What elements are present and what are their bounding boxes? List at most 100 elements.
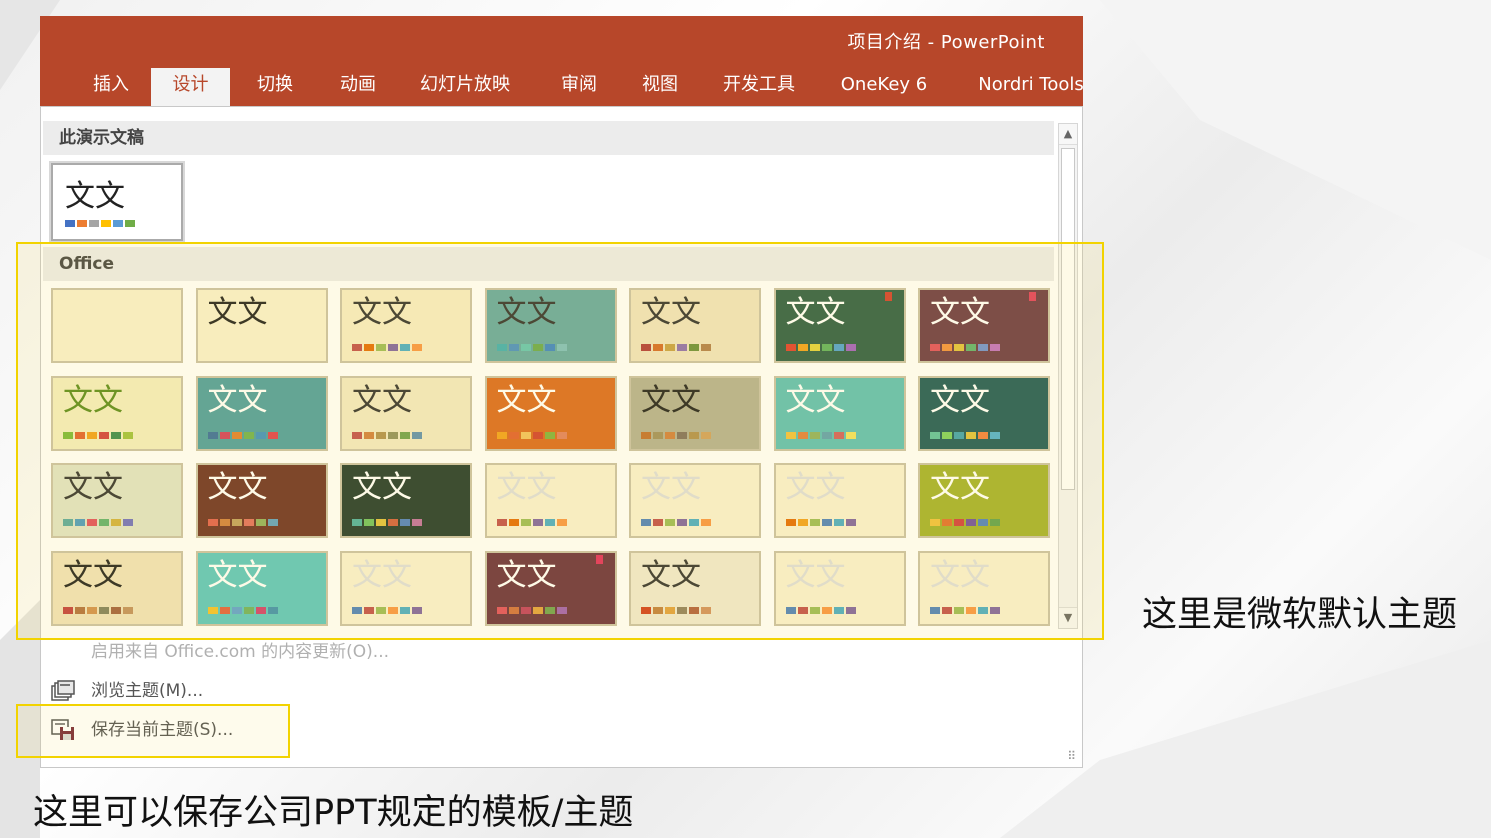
theme-color-swatches — [63, 519, 133, 526]
theme-thumbnail[interactable]: 文文 — [918, 288, 1050, 363]
theme-thumbnail[interactable]: 文文 — [51, 463, 183, 538]
theme-thumbnail[interactable]: 文文 — [51, 550, 183, 626]
color-swatch — [87, 519, 97, 526]
color-swatch — [785, 606, 796, 614]
theme-thumbnail[interactable]: 文文 — [773, 463, 906, 538]
color-swatch — [544, 344, 555, 351]
theme-sample-text: 文文 — [352, 470, 412, 505]
theme-thumbnail[interactable]: 文文 — [629, 288, 761, 363]
theme-thumbnail[interactable]: 文文 — [629, 375, 761, 451]
theme-thumbnail[interactable]: 文文 — [918, 375, 1050, 451]
ribbon-tabs: 插入 设计 切换 动画 幻灯片放映 审阅 视图 开发工具 OneKey 6 Nordri Tool… — [40, 68, 1083, 106]
ribbon-tab[interactable]: 设计 — [151, 68, 230, 106]
theme-color-swatches — [352, 606, 422, 614]
save-theme-icon — [51, 719, 74, 740]
color-swatch — [123, 519, 133, 526]
theme-color-swatches — [207, 519, 278, 526]
current-theme-thumbnail[interactable]: 文文 — [51, 163, 183, 241]
color-swatch — [412, 519, 422, 526]
ribbon-tab[interactable]: 开发工具 — [720, 68, 798, 106]
scroll-up-arrow-icon[interactable]: ▲ — [1059, 124, 1077, 145]
color-swatch — [255, 431, 266, 439]
ribbon-tab[interactable]: 视图 — [637, 68, 683, 106]
color-swatch — [556, 431, 567, 439]
color-swatch — [207, 606, 218, 614]
theme-thumbnail[interactable]: 文文 — [484, 288, 617, 363]
color-swatch — [641, 606, 651, 614]
color-swatch — [821, 606, 832, 614]
ribbon-tab[interactable]: Nordri Tools — [971, 68, 1083, 106]
theme-sample-text: 文文 — [207, 295, 268, 330]
color-swatch — [978, 431, 988, 439]
theme-thumbnail[interactable]: 文文 — [773, 550, 906, 626]
color-swatch — [77, 220, 87, 227]
theme-thumbnail[interactable]: 文文 — [195, 375, 328, 451]
theme-color-swatches — [352, 344, 422, 351]
theme-color-swatches — [930, 344, 1000, 351]
scrollbar-thumb[interactable] — [1061, 148, 1075, 490]
theme-thumbnail[interactable]: 文文 — [773, 375, 906, 451]
theme-thumbnail[interactable]: 文文 — [195, 288, 328, 363]
color-swatch — [653, 519, 663, 526]
color-swatch — [243, 431, 254, 439]
theme-thumbnail[interactable]: 文文 — [918, 463, 1050, 538]
resize-grip-icon[interactable]: ⠿ — [1067, 749, 1076, 763]
color-swatch — [520, 344, 531, 351]
color-swatch — [400, 519, 410, 526]
ribbon-tab[interactable]: 幻灯片放映 — [417, 68, 513, 106]
ribbon-tab[interactable]: 审阅 — [556, 68, 602, 106]
theme-thumbnail[interactable]: 文文 — [51, 375, 183, 451]
color-swatch — [400, 431, 410, 439]
theme-thumbnail[interactable]: 文文 — [629, 463, 761, 538]
ribbon-tab[interactable]: 动画 — [335, 68, 381, 106]
color-swatch — [376, 431, 386, 439]
color-swatch — [954, 519, 964, 526]
scroll-down-arrow-icon[interactable]: ▼ — [1059, 607, 1077, 628]
ribbon-tab[interactable]: OneKey 6 — [839, 68, 929, 106]
theme-thumbnail[interactable]: 文文 — [484, 463, 617, 538]
theme-thumbnail[interactable]: 文文 — [918, 550, 1050, 626]
save-current-theme-item[interactable]: 保存当前主题(S)... — [51, 715, 233, 745]
ribbon-tab[interactable]: 切换 — [252, 68, 298, 106]
theme-thumbnail[interactable]: 文文 — [484, 375, 617, 451]
theme-thumbnail[interactable]: 文文 — [340, 463, 472, 538]
browse-themes-item[interactable]: 浏览主题(M)... — [51, 676, 203, 706]
color-swatch — [785, 344, 796, 351]
theme-color-swatches — [785, 431, 856, 439]
color-swatch — [75, 606, 85, 614]
theme-thumbnail[interactable]: 文文 — [629, 550, 761, 626]
color-swatch — [833, 519, 844, 526]
theme-color-swatches — [207, 431, 278, 439]
theme-thumbnail[interactable]: 文文 — [340, 550, 472, 626]
theme-thumbnail[interactable]: 文文 — [340, 375, 472, 451]
theme-thumbnail[interactable]: 文文 — [773, 288, 906, 363]
theme-sample-text: 文文 — [65, 179, 125, 214]
color-swatch — [75, 431, 85, 439]
color-swatch — [412, 344, 422, 351]
theme-sample-text: 文文 — [496, 470, 557, 505]
color-swatch — [376, 344, 386, 351]
color-swatch — [364, 431, 374, 439]
theme-thumbnail[interactable]: 文文 — [195, 463, 328, 538]
color-swatch — [532, 606, 543, 614]
theme-thumbnail[interactable]: 文文 — [340, 288, 472, 363]
color-swatch — [990, 344, 1000, 351]
theme-thumbnail[interactable]: 文文 — [195, 550, 328, 626]
ribbon-tab[interactable]: 插入 — [88, 68, 134, 106]
theme-accent-tag — [884, 292, 892, 301]
color-swatch — [231, 431, 242, 439]
theme-thumbnail[interactable] — [51, 288, 183, 363]
save-current-theme-label: 保存当前主题(S)... — [91, 720, 234, 740]
theme-sample-text: 文文 — [641, 295, 701, 330]
annotation-default-themes: 这里是微软默认主题 — [1142, 595, 1458, 635]
color-swatch — [364, 606, 374, 614]
theme-sample-text: 文文 — [641, 382, 701, 418]
color-swatch — [219, 519, 230, 526]
color-swatch — [930, 606, 940, 614]
gallery-scrollbar[interactable]: ▲ ▼ — [1058, 123, 1078, 629]
color-swatch — [966, 431, 976, 439]
theme-thumbnail[interactable]: 文文 — [484, 550, 617, 626]
color-swatch — [990, 606, 1000, 614]
color-swatch — [520, 606, 531, 614]
color-swatch — [689, 431, 699, 439]
